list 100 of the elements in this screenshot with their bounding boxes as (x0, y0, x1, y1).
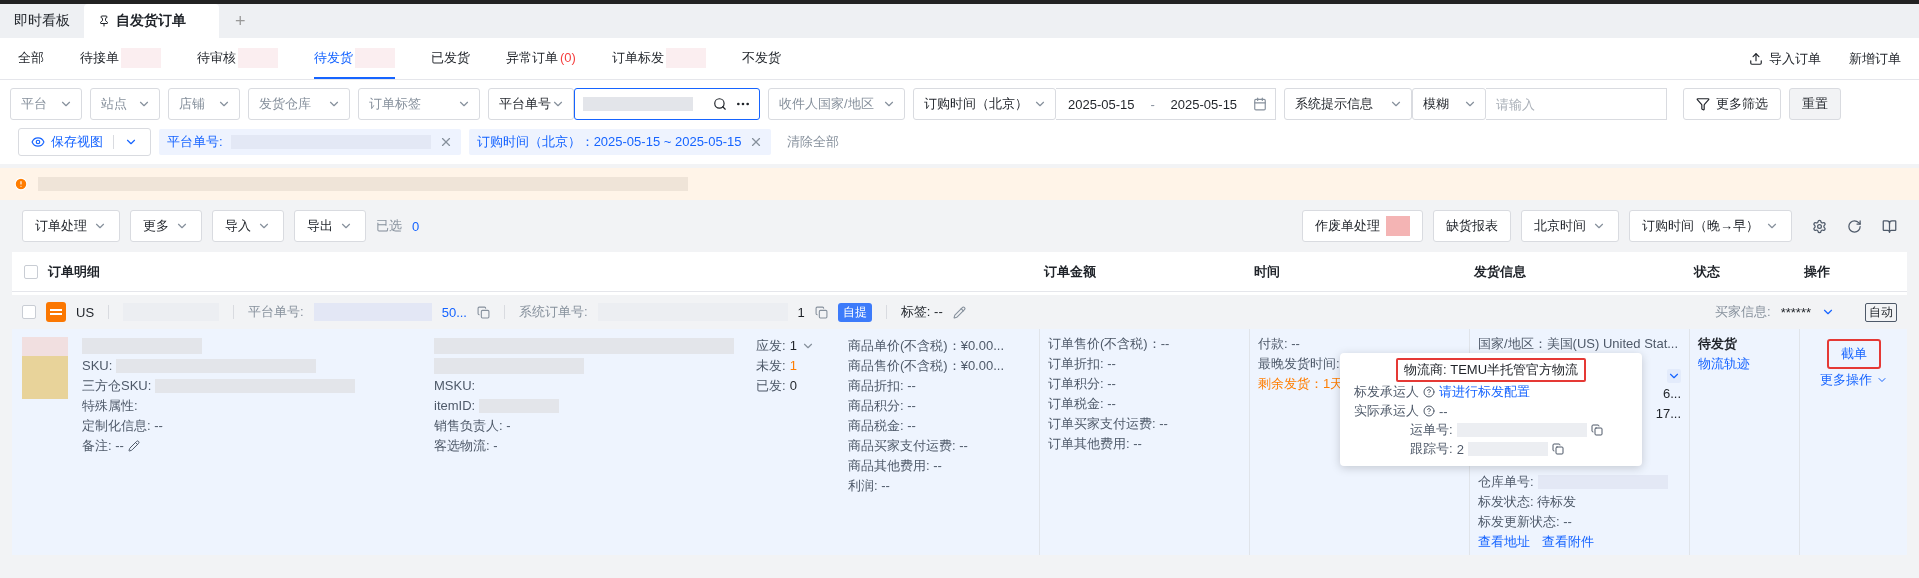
reset-button[interactable]: 重置 (1789, 88, 1841, 120)
upload-icon (1749, 51, 1763, 66)
calendar-icon (1252, 97, 1267, 111)
shipping-link[interactable]: 查看地址 (1478, 533, 1530, 551)
book-icon[interactable] (1882, 218, 1897, 234)
app-tab[interactable]: 自发货订单 (84, 4, 219, 38)
status-tab[interactable]: 待接单 (80, 38, 161, 79)
toolbar-button[interactable]: 订购时间（晚→早） (1629, 210, 1792, 242)
filter-icon (1696, 97, 1710, 111)
checkbox[interactable] (24, 264, 38, 279)
warning-icon (14, 177, 28, 191)
save-view-button[interactable]: 保存视图 (18, 128, 151, 156)
column-header: 发货信息 (1474, 262, 1526, 281)
dropdown-button[interactable]: 导出 (294, 210, 366, 242)
search-field[interactable] (574, 88, 760, 120)
edit-icon[interactable] (127, 440, 140, 452)
chip-label: 订购时间（北京）：2025-05-15 ~ 2025-05-15 (476, 133, 742, 151)
header-action[interactable]: 新增订单 (1849, 38, 1901, 79)
column-header: 订单金额 (1044, 262, 1096, 281)
info-line: MSKU: (434, 377, 476, 395)
select-field[interactable]: 站点 (90, 88, 160, 120)
edit-icon[interactable] (952, 305, 966, 319)
dropdown-button[interactable]: 导入 (212, 210, 284, 242)
amount-line: 订单买家支付运费: -- (1048, 415, 1168, 433)
status-tab[interactable]: 异常订单(0) (506, 38, 576, 79)
select-field[interactable]: 订购时间（北京） (913, 88, 1056, 120)
selected-count: 0 (412, 218, 420, 234)
status-tab[interactable]: 不发货 (741, 38, 781, 79)
copy-icon[interactable] (1551, 443, 1564, 455)
system-no-value: 1 (797, 304, 805, 320)
info-line: 客选物流: - (434, 437, 498, 455)
info-line: 销售负责人: - (434, 417, 511, 435)
info-line: SKU: (82, 357, 317, 375)
price-line: 商品税金: -- (848, 417, 916, 435)
app-tab[interactable]: 即时看板 (0, 4, 84, 38)
select-field[interactable]: 系统提示信息 (1284, 88, 1412, 120)
toolbar-button[interactable]: 作废单处理 (1302, 210, 1423, 242)
buyer-info-label: 买家信息: (1715, 303, 1771, 321)
field-value: -- (1439, 403, 1448, 419)
shipping-fragment: 6... (1662, 385, 1681, 403)
pickup-tag: 自提 (837, 302, 872, 322)
price-line: 商品买家支付运费: -- (848, 437, 968, 455)
status-tab[interactable]: 全部 (18, 38, 44, 79)
input-field[interactable]: 请输入 (1486, 88, 1667, 120)
amount-line: 订单折扣: -- (1048, 355, 1116, 373)
header-action[interactable]: 导入订单 (1749, 38, 1821, 79)
refresh-icon[interactable] (1847, 218, 1862, 234)
column-header: 时间 (1254, 262, 1280, 281)
select-field[interactable]: 平台 (10, 88, 82, 120)
info-line: itemID: (434, 397, 560, 415)
dropdown-button[interactable]: 订单处理 (22, 210, 120, 242)
date-range-field[interactable]: 2025-05-15 - 2025-05-15 (1056, 88, 1276, 120)
select-field[interactable]: 平台单号 (488, 88, 574, 120)
status-tab[interactable]: 订单标发 (611, 38, 706, 79)
status-text: 待发货 (1698, 335, 1737, 353)
pin-icon (98, 15, 110, 27)
chevron-down-icon[interactable] (1667, 369, 1681, 383)
toolbar-button[interactable]: 缺货报表 (1433, 210, 1511, 242)
quantity-line: 已发: 0 (756, 377, 797, 395)
toolbar-button[interactable]: 北京时间 (1521, 210, 1619, 242)
site-code: US (76, 304, 95, 320)
column-header: 操作 (1804, 262, 1830, 281)
auto-tag: 自动 (1865, 302, 1897, 322)
copy-icon[interactable] (1590, 424, 1603, 436)
field-label: 仓库单号: (1478, 473, 1534, 491)
quantity-line: 未发: 1 (756, 357, 797, 375)
status-tab[interactable]: 待审核 (197, 38, 278, 79)
chip-label: 平台单号: (167, 133, 223, 151)
platform-no-link[interactable]: 50... (441, 304, 467, 320)
shipping-link[interactable]: 查看附件 (1542, 533, 1594, 551)
dropdown-button[interactable]: 更多 (130, 210, 202, 242)
price-line: 商品积分: -- (848, 397, 916, 415)
copy-icon[interactable] (814, 305, 828, 319)
system-no-label: 系统订单号: (519, 303, 588, 321)
price-line: 商品售价(不含税)：¥0.00... (848, 357, 1005, 375)
copy-icon[interactable] (477, 305, 490, 319)
amount-line: 订单积分: -- (1048, 375, 1116, 393)
time-line: 最晚发货时间: (1258, 355, 1340, 373)
amount-line: 订单售价(不含税)：-- (1048, 335, 1170, 353)
status-tab[interactable]: 已发货 (431, 38, 470, 79)
search-icon (713, 97, 727, 111)
clear-all-link[interactable]: 清除全部 (787, 133, 840, 151)
field-label: 标发承运人 (1354, 383, 1419, 401)
amount-line: 订单税金: -- (1048, 395, 1116, 413)
settings-icon[interactable] (1812, 218, 1827, 234)
status-tab[interactable]: 待发货 (314, 38, 395, 79)
more-actions-link[interactable]: 更多操作 (1819, 371, 1872, 389)
amount-line: 订单其他费用: -- (1048, 435, 1142, 453)
shipping-fragment: 17... (1655, 405, 1681, 423)
select-field[interactable]: 模糊 (1412, 88, 1486, 120)
tracking-link[interactable]: 物流轨迹 (1698, 355, 1750, 373)
quantity-line: 应发: 1 (756, 337, 815, 355)
more-filters-button[interactable]: 更多筛选 (1683, 88, 1781, 120)
info-line: 备注: -- (82, 437, 140, 455)
cut-order-button[interactable]: 截单 (1826, 339, 1881, 369)
config-link[interactable]: 请进行标发配置 (1439, 383, 1530, 401)
help-icon (1423, 386, 1435, 398)
shipping-line: 标发状态: 待标发 (1478, 493, 1577, 511)
checkbox[interactable] (22, 305, 36, 319)
column-header: 状态 (1694, 262, 1720, 281)
